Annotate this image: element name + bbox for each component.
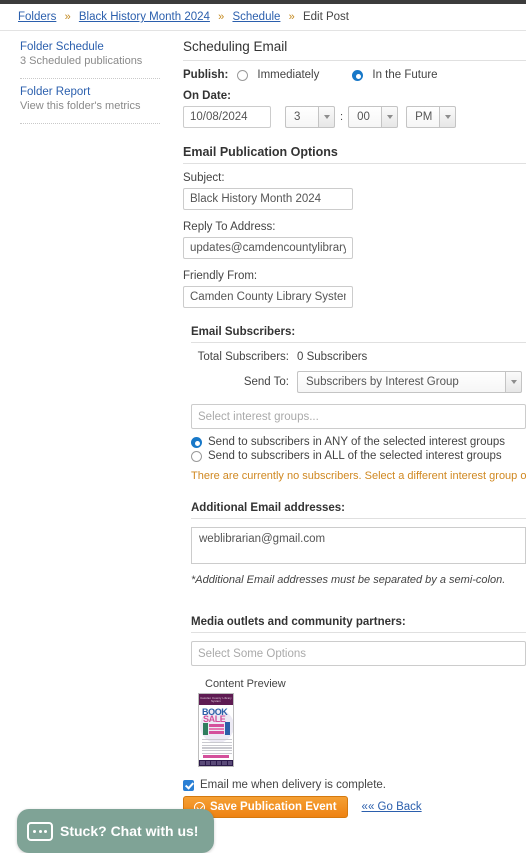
- sidebar-item-folder-report[interactable]: Folder Report View this folder's metrics: [20, 86, 160, 117]
- footer-actions: Save Publication Event «« Go Back: [183, 796, 526, 818]
- sidebar-item-subtitle: 3 Scheduled publications: [20, 55, 143, 67]
- datetime-row: 3 : 00 PM: [183, 106, 526, 128]
- page-title: Scheduling Email: [183, 39, 288, 54]
- subject-label: Subject:: [183, 172, 225, 184]
- total-subscribers-label: Total Subscribers:: [197, 351, 289, 363]
- notify-checkbox[interactable]: [183, 779, 194, 791]
- content-preview-label: Content Preview: [205, 678, 286, 690]
- thumbnail-header-text: Camden County Library System: [200, 697, 232, 703]
- thumbnail-body: BOOK SALE: [199, 705, 233, 756]
- breadcrumb-separator: »: [288, 11, 295, 23]
- media-outlets-heading: Media outlets and community partners:: [191, 616, 406, 628]
- sidebar-divider: [20, 78, 160, 79]
- content-preview-thumbnail[interactable]: Camden County Library System BOOK SALE: [198, 693, 234, 767]
- hour-select-value: 3: [285, 106, 318, 128]
- breadcrumb-link-schedule[interactable]: Schedule: [232, 11, 280, 23]
- additional-email-heading: Additional Email addresses:: [191, 502, 346, 514]
- sidebar: Folder Schedule 3 Scheduled publications…: [0, 31, 170, 131]
- thumbnail-header: Camden County Library System: [199, 694, 233, 705]
- radio-publish-future[interactable]: [352, 69, 364, 81]
- total-subscribers-value: 0 Subscribers: [297, 351, 368, 363]
- go-back-link[interactable]: «« Go Back: [362, 801, 422, 813]
- minute-select-value: 00: [348, 106, 382, 128]
- sidebar-item-label[interactable]: Folder Report: [20, 86, 160, 98]
- total-subscribers-row: Total Subscribers: 0 Subscribers: [191, 351, 526, 363]
- chevron-down-icon[interactable]: [381, 106, 399, 128]
- breadcrumb-separator: »: [218, 11, 225, 23]
- meridiem-select-value: PM: [406, 106, 440, 128]
- radio-publish-future-label: In the Future: [372, 69, 438, 81]
- notify-label: Email me when delivery is complete.: [200, 779, 386, 791]
- thumbnail-book-left: [203, 723, 208, 735]
- save-button-label: Save Publication Event: [210, 801, 337, 813]
- thumbnail-text-lines: [202, 739, 232, 756]
- publish-label: Publish:: [183, 69, 229, 81]
- sidebar-item-subtitle: View this folder's metrics: [20, 100, 141, 112]
- friendly-from-input[interactable]: [183, 286, 353, 308]
- send-to-select-value: Subscribers by Interest Group: [297, 371, 505, 393]
- chevron-down-icon[interactable]: [439, 106, 457, 128]
- reply-to-input[interactable]: [183, 237, 353, 259]
- breadcrumb-link-folder[interactable]: Black History Month 2024: [79, 11, 210, 23]
- divider: [191, 632, 526, 633]
- thumbnail-book-right: [225, 722, 230, 735]
- radio-all-label: Send to subscribers in ALL of the select…: [208, 450, 502, 462]
- subscribers-heading: Email Subscribers:: [191, 326, 296, 338]
- additional-email-note: *Additional Email addresses must be sepa…: [191, 574, 506, 586]
- time-separator: :: [340, 111, 344, 123]
- divider: [183, 163, 526, 164]
- radio-any-interest-groups[interactable]: [191, 436, 202, 448]
- radio-publish-immediately[interactable]: [237, 69, 249, 81]
- sidebar-divider: [20, 123, 160, 124]
- media-outlets-placeholder: Select Some Options: [198, 647, 307, 660]
- main-content: Scheduling Email Publish: Immediately In…: [170, 31, 526, 818]
- on-date-label: On Date:: [183, 90, 231, 102]
- radio-any-label: Send to subscribers in ANY of the select…: [208, 436, 506, 448]
- reply-to-label: Reply To Address:: [183, 221, 276, 233]
- sidebar-item-folder-schedule[interactable]: Folder Schedule 3 Scheduled publications: [20, 41, 160, 72]
- publish-row: Publish: Immediately In the Future: [183, 69, 526, 81]
- additional-email-textarea[interactable]: weblibrarian@gmail.com: [191, 527, 526, 564]
- thumbnail-footer: [199, 760, 233, 766]
- divider: [191, 518, 526, 519]
- divider: [183, 60, 526, 61]
- send-to-select[interactable]: Subscribers by Interest Group: [297, 371, 522, 393]
- chevron-down-icon[interactable]: [318, 106, 335, 128]
- email-options-heading: Email Publication Options: [183, 145, 338, 159]
- hour-select[interactable]: 3: [285, 106, 335, 128]
- radio-any-row: Send to subscribers in ANY of the select…: [191, 436, 526, 448]
- no-subscribers-warning: There are currently no subscribers. Sele…: [191, 470, 526, 482]
- chat-widget-label: Stuck? Chat with us!: [60, 823, 199, 839]
- page-layout: Folder Schedule 3 Scheduled publications…: [0, 31, 526, 818]
- sidebar-item-label[interactable]: Folder Schedule: [20, 41, 160, 53]
- notify-row: Email me when delivery is complete.: [183, 779, 526, 791]
- date-input[interactable]: [183, 106, 271, 128]
- interest-groups-placeholder: Select interest groups...: [198, 410, 319, 423]
- interest-groups-input[interactable]: Select interest groups...: [191, 404, 526, 429]
- friendly-from-label: Friendly From:: [183, 270, 258, 282]
- breadcrumb: Folders » Black History Month 2024 » Sch…: [0, 4, 526, 31]
- breadcrumb-current: Edit Post: [302, 11, 349, 23]
- minute-select[interactable]: 00: [348, 106, 399, 128]
- subject-input[interactable]: [183, 188, 353, 210]
- subscribers-section: Email Subscribers: Total Subscribers: 0 …: [183, 326, 526, 767]
- media-outlets-input[interactable]: Select Some Options: [191, 641, 526, 666]
- radio-all-interest-groups[interactable]: [191, 450, 202, 462]
- divider: [191, 342, 526, 343]
- chat-widget[interactable]: Stuck? Chat with us!: [17, 809, 214, 853]
- radio-all-row: Send to subscribers in ALL of the select…: [191, 450, 526, 462]
- send-to-row: Send To: Subscribers by Interest Group: [191, 371, 526, 393]
- breadcrumb-link-folders[interactable]: Folders: [18, 11, 56, 23]
- radio-publish-immediately-label: Immediately: [257, 69, 320, 81]
- send-to-label: Send To:: [243, 376, 289, 388]
- chevron-down-icon[interactable]: [505, 371, 522, 393]
- meridiem-select[interactable]: PM: [406, 106, 457, 128]
- breadcrumb-separator: »: [64, 11, 71, 23]
- chat-bubble-icon: [27, 821, 53, 841]
- thumbnail-book-stack: [209, 724, 224, 735]
